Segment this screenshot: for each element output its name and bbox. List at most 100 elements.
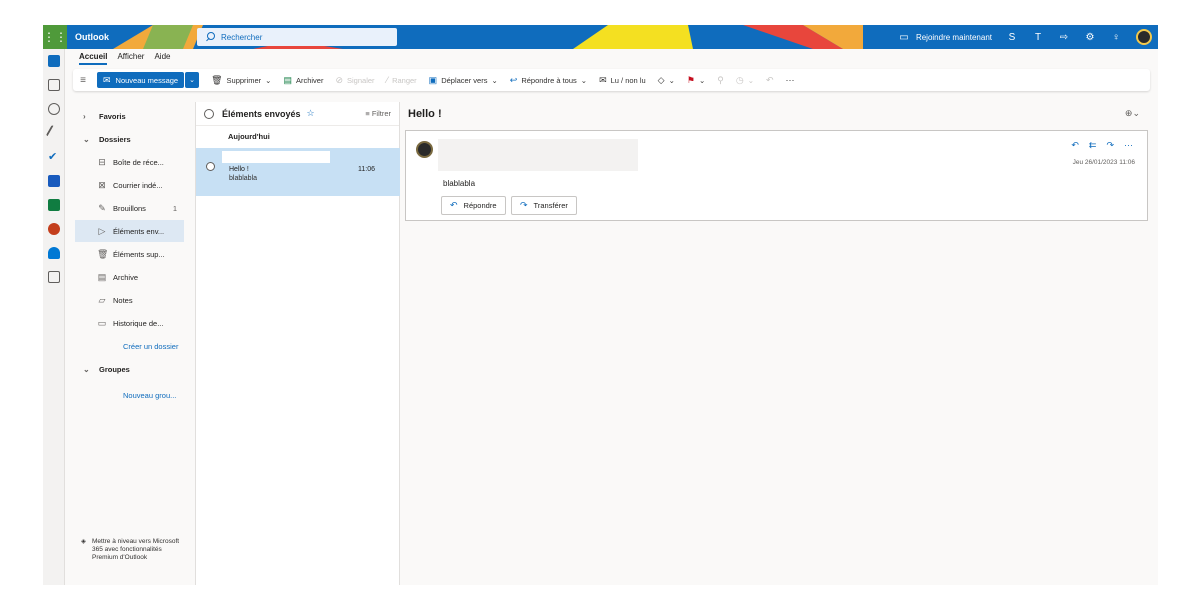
junk-icon: ⊠ <box>98 179 106 190</box>
folder-icon: ▭ <box>97 317 107 328</box>
reply-icon[interactable]: ↶ <box>1071 140 1079 151</box>
attachment-icon[interactable] <box>45 124 63 142</box>
chevron-down-icon: ⌄ <box>580 75 588 85</box>
folder-junk[interactable]: ⊠ Courrier indé... <box>75 174 185 196</box>
favorites-header[interactable]: › Favoris <box>75 105 185 127</box>
tab-aide[interactable]: Aide <box>154 52 170 65</box>
more-options-button[interactable]: ··· <box>786 75 795 85</box>
select-all-checkbox[interactable] <box>204 108 214 119</box>
folder-label: Brouillons <box>113 203 146 213</box>
read-unread-button[interactable]: ✉ Lu / non lu <box>599 75 646 86</box>
powerpoint-icon[interactable] <box>48 223 60 235</box>
app-launcher-icon[interactable]: ⋮⋮ <box>43 25 67 49</box>
flag-button[interactable]: ⚑ ⌄ <box>687 75 705 86</box>
message-preview: blablabla <box>229 175 258 182</box>
folder-notes[interactable]: ▱ Notes <box>75 289 185 311</box>
video-call-icon: ▭ <box>899 31 909 43</box>
search-placeholder: Rechercher <box>221 32 263 42</box>
folder-pane: › Favoris ⌄ Dossiers ⊟ Boîte de réce... … <box>75 105 195 585</box>
message-list-pane: Éléments envoyés ☆ ≡ Filtrer Aujourd'hui… <box>195 102 400 585</box>
more-apps-icon[interactable] <box>48 271 60 283</box>
new-message-dropdown[interactable]: ⌄ <box>185 72 200 88</box>
reply-all-icon[interactable]: ⇇ <box>1089 140 1097 151</box>
zoom-icon[interactable]: ⊕⌄ <box>1125 108 1140 119</box>
app-title[interactable]: Outlook <box>75 25 109 49</box>
tab-afficher[interactable]: Afficher <box>117 52 144 65</box>
open-envelope-icon: ✉ <box>599 74 607 85</box>
message-list-item[interactable]: Hello ! blablabla 11:06 <box>196 148 400 196</box>
new-group-link[interactable]: Nouveau grou... <box>75 384 185 406</box>
new-message-button[interactable]: ✉ Nouveau message <box>97 72 185 88</box>
upgrade-promo[interactable]: ◈ Mettre à niveau vers Microsoft 365 ave… <box>81 538 181 562</box>
onedrive-icon[interactable] <box>48 247 60 259</box>
date-group-header: Aujourd'hui <box>228 132 270 141</box>
forward-button[interactable]: ↷ Transférer <box>511 196 577 215</box>
snooze-button[interactable]: ◷ ⌄ <box>736 75 754 86</box>
feedback-icon[interactable]: ⇨ <box>1058 31 1070 43</box>
excel-icon[interactable] <box>48 199 60 211</box>
archive-button[interactable]: ▤ Archiver <box>283 75 323 86</box>
undo-button[interactable]: ↶ <box>766 75 774 86</box>
chevron-down-icon: ⌄ <box>265 75 272 85</box>
create-folder-link[interactable]: Créer un dossier <box>75 335 185 357</box>
hamburger-menu-icon[interactable]: ≡ <box>73 75 93 86</box>
message-time: 11:06 <box>358 166 375 173</box>
app-rail: ✔ <box>43 49 65 585</box>
sweep-button[interactable]: ⁄ Ranger <box>387 75 417 85</box>
more-icon[interactable]: ··· <box>1124 140 1133 151</box>
message-select-radio[interactable] <box>206 162 215 171</box>
lightbulb-icon[interactable]: ♀ <box>1110 31 1122 43</box>
folder-deleted-items[interactable]: 🗑 Éléments sup... <box>75 243 185 265</box>
reading-pane: Hello ! ⊕⌄ ↶ ⇇ ↷ ··· Jeu 26/01/2023 11:0… <box>401 102 1158 585</box>
search-box[interactable]: Rechercher <box>197 28 397 46</box>
new-message-label: Nouveau message <box>115 75 179 85</box>
pin-button[interactable]: ⚲ <box>717 75 724 86</box>
tag-button[interactable]: ◇ ⌄ <box>658 75 675 86</box>
folder-archive[interactable]: ▤ Archive <box>75 266 185 288</box>
mail-icon[interactable] <box>48 55 60 67</box>
chevron-down-icon: ⌄ <box>747 75 754 85</box>
reading-subject: Hello ! <box>408 108 442 120</box>
chevron-down-icon: ⌄ <box>491 75 498 85</box>
tab-accueil[interactable]: Accueil <box>79 52 108 65</box>
teams-icon[interactable]: T <box>1032 31 1044 43</box>
groups-header[interactable]: ⌄ Groupes <box>75 358 185 380</box>
todo-check-icon[interactable]: ✔ <box>48 151 60 163</box>
delete-button[interactable]: 🗑 Supprimer ⌄ <box>211 75 271 86</box>
star-favorite-icon[interactable]: ☆ <box>307 108 315 119</box>
message-card: ↶ ⇇ ↷ ··· Jeu 26/01/2023 11:06 blablabla… <box>405 130 1148 221</box>
forward-icon[interactable]: ↷ <box>1106 140 1114 151</box>
word-icon[interactable] <box>48 175 60 187</box>
account-avatar[interactable] <box>1136 29 1152 45</box>
filter-button[interactable]: ≡ Filtrer <box>365 109 391 118</box>
skype-icon[interactable]: S <box>1006 31 1018 43</box>
report-button[interactable]: ⊘ Signaler <box>335 75 374 86</box>
folder-inbox[interactable]: ⊟ Boîte de réce... <box>75 151 185 173</box>
note-icon: ▱ <box>98 294 106 305</box>
reply-button[interactable]: ↶ Répondre <box>441 196 506 215</box>
calendar-icon[interactable] <box>48 79 60 91</box>
clock-icon: ◷ <box>735 74 744 85</box>
folder-sent-items[interactable]: ▷ Éléments env... <box>75 220 184 242</box>
reply-all-button[interactable]: ↩ Répondre à tous ⌄ <box>510 75 587 86</box>
report-label: Signaler <box>347 75 375 85</box>
folder-label: Éléments sup... <box>113 249 165 259</box>
ribbon-tabs: Accueil Afficher Aide <box>79 52 170 65</box>
folders-label: Dossiers <box>99 134 131 144</box>
folders-header[interactable]: ⌄ Dossiers <box>75 128 185 150</box>
chevron-down-icon: ⌄ <box>698 75 706 85</box>
shield-icon: ⊘ <box>335 74 344 85</box>
trash-icon: 🗑 <box>97 248 109 259</box>
settings-gear-icon[interactable]: ⚙ <box>1084 31 1096 43</box>
folder-label: Archive <box>113 272 139 282</box>
folder-history[interactable]: ▭ Historique de... <box>75 312 185 334</box>
people-icon[interactable] <box>48 103 60 115</box>
more-icon: ··· <box>785 75 795 85</box>
folder-label: Courrier indé... <box>113 180 163 190</box>
pin-icon: ⚲ <box>717 74 724 85</box>
forward-icon: ↷ <box>520 200 528 210</box>
join-now-button[interactable]: ▭ Rejoindre maintenant <box>898 31 992 43</box>
folder-drafts[interactable]: ✎ Brouillons 1 <box>75 197 185 219</box>
move-to-button[interactable]: ▣ Déplacer vers ⌄ <box>429 75 498 86</box>
sender-avatar[interactable] <box>416 141 433 158</box>
